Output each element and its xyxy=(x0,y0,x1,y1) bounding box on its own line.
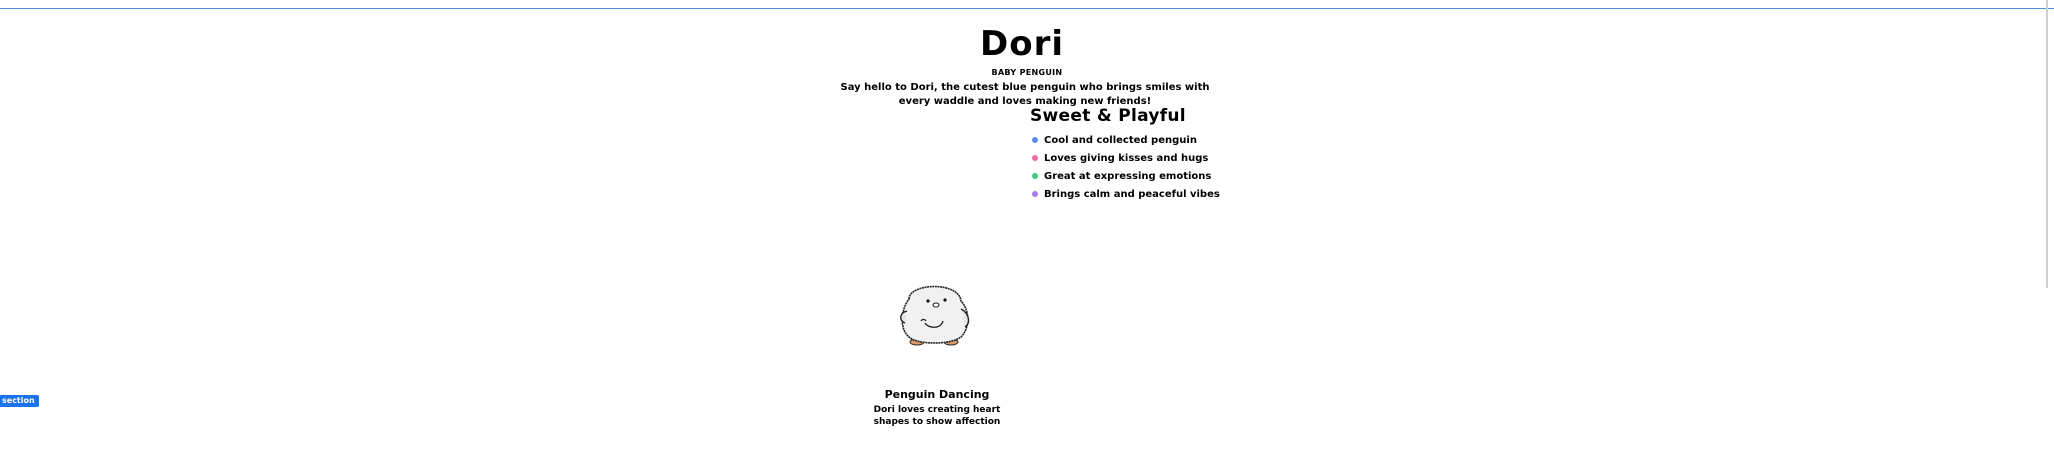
page-title-text: Dori xyxy=(979,24,1064,64)
section-badge: section xyxy=(0,395,39,407)
list-item: Brings calm and peaceful vibes xyxy=(1030,185,1220,203)
bullet-dot xyxy=(1032,191,1038,197)
features-list: Cool and collected penguin Loves giving … xyxy=(1030,131,1220,203)
intro-text: Say hello to Dori, the cutest blue pengu… xyxy=(840,82,1210,107)
caption-title: Penguin Dancing xyxy=(884,388,990,401)
bullet-dot xyxy=(1032,137,1038,143)
feature-label: Brings calm and peaceful vibes xyxy=(1044,188,1220,200)
page-title: Dori xyxy=(0,24,2054,64)
page-subtitle: BABY PENGUIN xyxy=(991,68,1063,77)
bullet-dot xyxy=(1032,173,1038,179)
feature-label: Loves giving kisses and hugs xyxy=(1044,152,1209,164)
list-item: Cool and collected penguin xyxy=(1030,131,1220,149)
caption-text: Dori loves creating heart shapes to show… xyxy=(873,405,1001,427)
bullet-dot xyxy=(1032,155,1038,161)
list-item: Loves giving kisses and hugs xyxy=(1030,149,1220,167)
penguin-illustration-icon xyxy=(895,279,975,349)
feature-label: Great at expressing emotions xyxy=(1044,170,1212,182)
top-divider xyxy=(0,8,2054,9)
features-heading: Sweet & Playful xyxy=(1030,106,1186,126)
feature-label: Cool and collected penguin xyxy=(1044,134,1197,146)
list-item: Great at expressing emotions xyxy=(1030,167,1220,185)
